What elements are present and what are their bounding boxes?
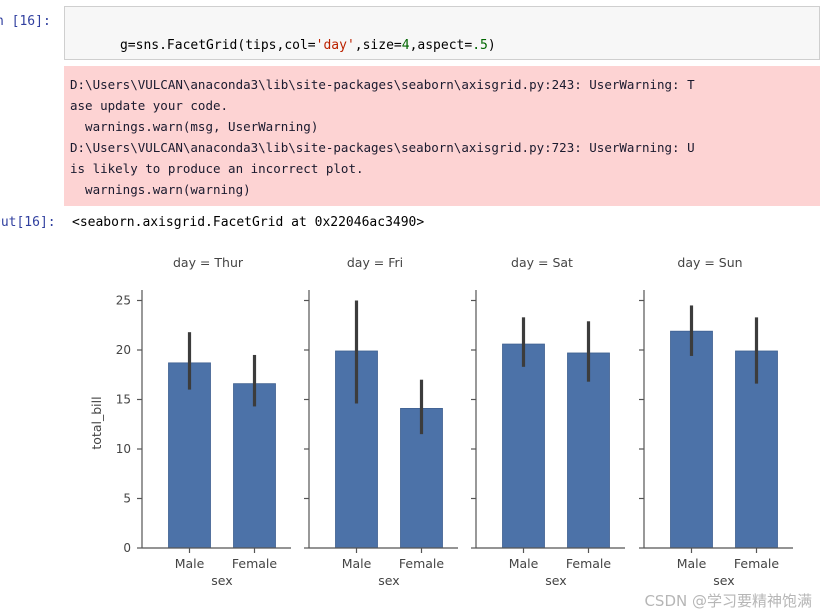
y-axis-label: total_bill: [89, 396, 104, 449]
x-axis-label-Sun: sex: [713, 573, 734, 588]
facet-panel-Thur: [168, 332, 276, 549]
chart-svg: day = Thur 0 5 10 15 20 25 total_bill Male Female…: [89, 255, 793, 588]
output-repr: <seaborn.axisgrid.FacetGrid at 0x22046ac…: [72, 215, 425, 230]
facet-title-Fri: day = Fri: [347, 255, 403, 270]
output-prompt: Out[16]:: [0, 215, 56, 230]
y-tick-label: 0: [123, 541, 131, 555]
warning-line: is likely to produce an incorrect plot.: [70, 161, 364, 176]
code-line-1: g=sns.FacetGrid(tips,col='day',size=4,as…: [73, 11, 811, 59]
y-tick-label: 25: [116, 294, 131, 308]
notebook-page: n [16]: g=sns.FacetGrid(tips,col='day',s…: [0, 0, 820, 615]
bar-Sun-Male: [670, 330, 713, 549]
bar-Thur-Female: [233, 383, 276, 549]
facet-panel-Fri: [335, 300, 443, 549]
facet-title-Sun: day = Sun: [677, 255, 742, 270]
x-tick-label-Female: Female: [734, 556, 780, 571]
facet-title-Sat: day = Sat: [511, 255, 573, 270]
y-tick-label: 5: [123, 492, 131, 506]
warning-output: D:\Users\VULCAN\anaconda3\lib\site-packa…: [64, 66, 820, 206]
input-prompt: n [16]:: [0, 14, 51, 29]
warning-line: warnings.warn(msg, UserWarning): [70, 119, 319, 134]
y-tick-label: 20: [116, 343, 131, 357]
facet-title-Thur: day = Thur: [173, 255, 244, 270]
warning-line: D:\Users\VULCAN\anaconda3\lib\site-packa…: [70, 140, 695, 155]
bar-Thur-Male: [168, 362, 211, 549]
bar-Sat-Female: [567, 352, 610, 549]
code-token: ): [487, 38, 496, 53]
facet-panel-Sun: [670, 305, 778, 549]
y-tick-label: 15: [116, 393, 131, 407]
x-axis-label-Thur: sex: [211, 573, 232, 588]
x-tick-label-Male: Male: [677, 556, 707, 571]
x-axis-label-Sat: sex: [545, 573, 566, 588]
bar-Sat-Male: [502, 343, 545, 549]
facet-panel-Sat: [502, 317, 610, 549]
x-tick-label-Male: Male: [175, 556, 205, 571]
y-tick-label: 10: [116, 442, 131, 456]
x-axis-label-Fri: sex: [378, 573, 399, 588]
code-cell[interactable]: g=sns.FacetGrid(tips,col='day',size=4,as…: [64, 6, 820, 60]
warning-line: D:\Users\VULCAN\anaconda3\lib\site-packa…: [70, 77, 695, 92]
csdn-watermark: CSDN @学习要精神饱满: [644, 592, 812, 610]
code-token: g=sns.FacetGrid(tips,col=: [119, 38, 316, 53]
x-tick-label-Male: Male: [342, 556, 372, 571]
code-token: ,aspect=: [409, 38, 473, 53]
x-tick-label-Male: Male: [509, 556, 539, 571]
warning-line: warnings.warn(warning): [70, 182, 251, 197]
code-token: ,size=: [354, 38, 402, 53]
x-tick-label-Female: Female: [399, 556, 445, 571]
x-tick-label-Female: Female: [566, 556, 612, 571]
facetgrid-figure: day = Thur 0 5 10 15 20 25 total_bill Male Female…: [0, 240, 820, 615]
x-tick-label-Female: Female: [232, 556, 278, 571]
code-number: 4: [401, 38, 410, 53]
code-number: .5: [472, 38, 488, 53]
warning-line: ase update your code.: [70, 98, 229, 113]
code-string: 'day': [315, 38, 355, 53]
